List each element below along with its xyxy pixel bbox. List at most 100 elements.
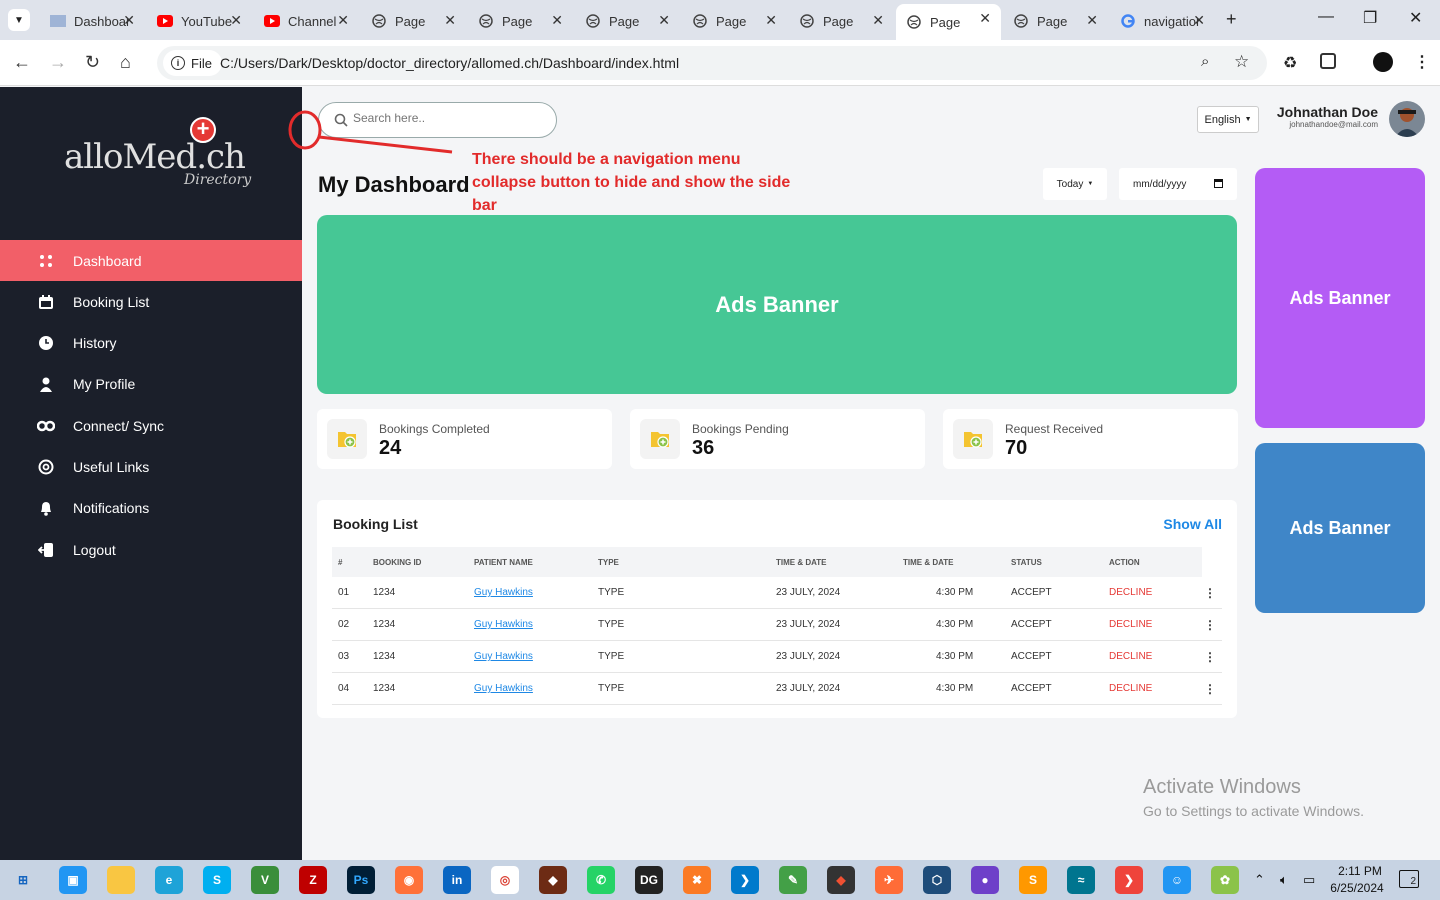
sidebar-item-dashboard[interactable]: Dashboard	[0, 240, 302, 281]
browser-tab[interactable]: Page ✕	[361, 6, 466, 36]
accept-button[interactable]: ACCEPT	[1011, 683, 1052, 694]
virtualbox-icon[interactable]: ⬡	[923, 866, 951, 894]
edge-icon[interactable]: e	[155, 866, 183, 894]
skype-icon[interactable]: S	[203, 866, 231, 894]
patient-link[interactable]: Guy Hawkins	[474, 683, 533, 694]
ads-banner-main[interactable]: Ads Banner	[317, 215, 1237, 394]
anydesk-icon[interactable]: ❯	[1115, 866, 1143, 894]
accept-button[interactable]: ACCEPT	[1011, 587, 1052, 598]
close-tab-icon[interactable]: ✕	[1086, 12, 1098, 29]
browser-tab[interactable]: Page ✕	[789, 6, 894, 36]
browser-menu-icon[interactable]: ⋮	[1414, 52, 1430, 72]
sidebar-item-history[interactable]: History	[0, 322, 302, 363]
extensions-icon[interactable]	[1320, 53, 1336, 69]
file-explorer-icon[interactable]	[107, 866, 135, 894]
vscode-icon[interactable]: ❯	[731, 866, 759, 894]
xampp-icon[interactable]: ✖	[683, 866, 711, 894]
sidebar-item-my-profile[interactable]: My Profile	[0, 363, 302, 404]
start-icon[interactable]: ⊞	[9, 866, 37, 894]
filezilla-icon[interactable]: Z	[299, 866, 327, 894]
sidebar-item-logout[interactable]: Logout	[0, 529, 302, 570]
vim-icon[interactable]: V	[251, 866, 279, 894]
row-menu-icon[interactable]: ⋮	[1204, 618, 1216, 632]
browser-tab[interactable]: navigation ✕	[1110, 6, 1215, 36]
close-tab-icon[interactable]: ✕	[230, 12, 242, 29]
ads-banner-side-bottom[interactable]: Ads Banner	[1255, 443, 1425, 613]
volume-icon[interactable]: 🔈︎	[1280, 872, 1288, 888]
browser-tab[interactable]: Page ✕	[575, 6, 680, 36]
browser-tab[interactable]: Page ✕	[1003, 6, 1108, 36]
tray-chevron-icon[interactable]: ⌃	[1254, 872, 1265, 888]
new-tab-button[interactable]: +	[1226, 9, 1237, 30]
linkedin-icon[interactable]: in	[443, 866, 471, 894]
calendar-icon[interactable]	[1214, 179, 1223, 188]
close-tab-icon[interactable]: ✕	[444, 12, 456, 29]
clock-date[interactable]: 6/25/2024	[1327, 881, 1387, 895]
close-window-icon[interactable]: ✕	[1409, 8, 1422, 28]
mysql-icon[interactable]: ≈	[1067, 866, 1095, 894]
clock-time[interactable]: 2:11 PM	[1330, 864, 1390, 878]
profile-avatar-icon[interactable]	[1373, 52, 1393, 72]
store-icon[interactable]: ▣	[59, 866, 87, 894]
site-info-chip[interactable]: i File	[163, 50, 222, 76]
close-tab-icon[interactable]: ✕	[337, 12, 349, 29]
forward-icon[interactable]: →	[49, 52, 67, 73]
accept-button[interactable]: ACCEPT	[1011, 619, 1052, 630]
row-menu-icon[interactable]: ⋮	[1204, 682, 1216, 696]
close-tab-icon[interactable]: ✕	[123, 12, 135, 29]
close-tab-icon[interactable]: ✕	[658, 12, 670, 29]
ads-banner-side-top[interactable]: Ads Banner	[1255, 168, 1425, 428]
back-icon[interactable]: ←	[13, 52, 31, 73]
patient-link[interactable]: Guy Hawkins	[474, 651, 533, 662]
game-icon[interactable]: ◆	[539, 866, 567, 894]
zoom-icon[interactable]: ⌕	[1201, 53, 1209, 70]
network-icon[interactable]: ▭	[1303, 872, 1315, 888]
photoshop-icon[interactable]: Ps	[347, 866, 375, 894]
bookmark-star-icon[interactable]: ☆	[1234, 52, 1249, 72]
address-bar[interactable]: i File C:/Users/Dark/Desktop/doctor_dire…	[157, 46, 1267, 80]
sidebar-item-notifications[interactable]: Notifications	[0, 487, 302, 528]
notepad-icon[interactable]: ✎	[779, 866, 807, 894]
datagrip-icon[interactable]: DG	[635, 866, 663, 894]
github-icon[interactable]: ●	[971, 866, 999, 894]
notification-center-icon[interactable]: 2	[1399, 870, 1419, 888]
reload-icon[interactable]: ↻	[85, 52, 100, 73]
chat-icon[interactable]: ☺	[1163, 866, 1191, 894]
recycle-extension-icon[interactable]: ♻	[1283, 53, 1297, 73]
period-dropdown[interactable]: Today ▼	[1043, 168, 1107, 200]
sidebar-item-useful-links[interactable]: Useful Links	[0, 446, 302, 487]
sidebar-item-connect-sync[interactable]: Connect/ Sync	[0, 405, 302, 446]
sublime-icon[interactable]: S	[1019, 866, 1047, 894]
show-all-link[interactable]: Show All	[1163, 516, 1222, 532]
minimize-icon[interactable]: —	[1318, 8, 1334, 26]
browser-tab[interactable]: Dashboard✕	[40, 6, 145, 36]
firefox-icon[interactable]: ◉	[395, 866, 423, 894]
restore-icon[interactable]: ❐	[1363, 8, 1377, 28]
decline-button[interactable]: DECLINE	[1109, 619, 1152, 630]
decline-button[interactable]: DECLINE	[1109, 651, 1152, 662]
row-menu-icon[interactable]: ⋮	[1204, 586, 1216, 600]
accept-button[interactable]: ACCEPT	[1011, 651, 1052, 662]
url-text[interactable]: C:/Users/Dark/Desktop/doctor_directory/a…	[220, 55, 679, 71]
whatsapp-icon[interactable]: ✆	[587, 866, 615, 894]
git-icon[interactable]: ◆	[827, 866, 855, 894]
tab-search-button[interactable]: ▼	[8, 9, 30, 31]
browser-tab[interactable]: Channel ✕	[254, 6, 359, 36]
settings-app-icon[interactable]: ✿	[1211, 866, 1239, 894]
browser-tab[interactable]: Page ✕	[468, 6, 573, 36]
browser-tab[interactable]: YouTube ✕	[147, 6, 252, 36]
decline-button[interactable]: DECLINE	[1109, 587, 1152, 598]
close-tab-icon[interactable]: ✕	[979, 10, 991, 27]
sidebar-item-booking-list[interactable]: Booking List	[0, 281, 302, 322]
close-tab-icon[interactable]: ✕	[765, 12, 777, 29]
patient-link[interactable]: Guy Hawkins	[474, 619, 533, 630]
close-tab-icon[interactable]: ✕	[872, 12, 884, 29]
date-input[interactable]: mm/dd/yyyy	[1119, 168, 1237, 200]
close-tab-icon[interactable]: ✕	[551, 12, 563, 29]
browser-tab[interactable]: Page ✕	[896, 4, 1001, 40]
row-menu-icon[interactable]: ⋮	[1204, 650, 1216, 664]
close-tab-icon[interactable]: ✕	[1193, 12, 1205, 29]
chrome-icon[interactable]: ◎	[491, 866, 519, 894]
decline-button[interactable]: DECLINE	[1109, 683, 1152, 694]
home-icon[interactable]: ⌂	[120, 52, 131, 73]
